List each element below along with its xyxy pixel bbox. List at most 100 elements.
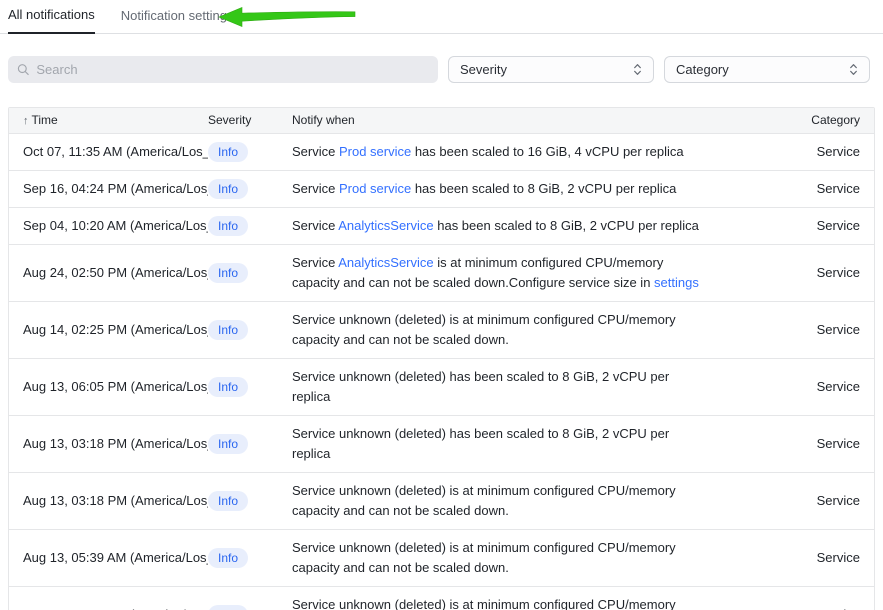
table-row: Aug 13, 05:39 AM (America/Los_…Info Servi… <box>9 529 874 586</box>
severity-badge: Info <box>208 377 248 397</box>
table-row: Oct 07, 11:35 AM (America/Los_…Info Servi… <box>9 133 874 170</box>
severity-badge: Info <box>208 179 248 199</box>
row-category: Service <box>740 170 874 207</box>
row-severity: Info <box>208 472 292 529</box>
severity-badge: Info <box>208 491 248 511</box>
row-category: Service <box>740 244 874 301</box>
category-select[interactable]: Category <box>664 56 870 83</box>
row-severity: Info <box>208 170 292 207</box>
row-time: Aug 13, 05:39 AM (America/Los_… <box>9 529 208 586</box>
row-category: Service <box>740 358 874 415</box>
table-row: Aug 14, 02:25 PM (America/Los_…Info Servi… <box>9 301 874 358</box>
notify-message: Service unknown (deleted) is at minimum … <box>292 586 740 610</box>
notifications-table: ↑Time Severity Notify when Category Oct … <box>8 107 875 610</box>
message-link[interactable]: AnalyticsService <box>338 218 433 233</box>
severity-select[interactable]: Severity <box>448 56 654 83</box>
message-text: Service unknown (deleted) is at minimum … <box>292 540 676 575</box>
column-header-time[interactable]: ↑Time <box>9 108 208 133</box>
message-text: has been scaled to 8 GiB, 2 vCPU per rep… <box>411 181 676 196</box>
green-arrow-annotation-icon <box>218 6 356 28</box>
severity-badge: Info <box>208 263 248 283</box>
table-header-row: ↑Time Severity Notify when Category <box>9 108 874 133</box>
message-text: Service unknown (deleted) is at minimum … <box>292 312 676 347</box>
row-severity: Info <box>208 358 292 415</box>
row-severity: Info <box>208 415 292 472</box>
message-text: Service <box>292 255 338 270</box>
column-header-time-label: Time <box>32 113 58 127</box>
message-text: Service <box>292 144 339 159</box>
row-severity: Info <box>208 586 292 610</box>
severity-badge: Info <box>208 548 248 568</box>
message-text: Service unknown (deleted) has been scale… <box>292 369 669 404</box>
row-category: Service <box>740 472 874 529</box>
row-time: Aug 14, 02:25 PM (America/Los_… <box>9 301 208 358</box>
notify-message: Service Prod service has been scaled to … <box>292 133 740 170</box>
row-severity: Info <box>208 133 292 170</box>
table-row: Sep 04, 10:20 AM (America/Los_…Info Servi… <box>9 207 874 244</box>
row-category: Service <box>740 586 874 610</box>
search-input[interactable] <box>36 62 429 77</box>
severity-select-label: Severity <box>460 62 507 77</box>
notify-message: Service Prod service has been scaled to … <box>292 170 740 207</box>
table-row: Sep 16, 04:24 PM (America/Los_…Info Servi… <box>9 170 874 207</box>
column-header-category: Category <box>740 108 874 133</box>
column-header-notify-when: Notify when <box>292 108 740 133</box>
notify-message: Service unknown (deleted) has been scale… <box>292 358 740 415</box>
message-link[interactable]: Prod service <box>339 181 411 196</box>
search-icon <box>17 63 29 76</box>
row-category: Service <box>740 207 874 244</box>
chevron-up-down-icon <box>631 62 644 77</box>
message-text: Service unknown (deleted) is at minimum … <box>292 483 676 518</box>
sort-ascending-icon: ↑ <box>23 115 29 127</box>
table-row: Aug 13, 05:35 AM (America/Los_…Info Servi… <box>9 586 874 610</box>
message-text: has been scaled to 8 GiB, 2 vCPU per rep… <box>434 218 699 233</box>
message-link[interactable]: AnalyticsService <box>338 255 433 270</box>
message-text: Service <box>292 181 339 196</box>
row-category: Service <box>740 529 874 586</box>
row-time: Aug 13, 03:18 PM (America/Los_… <box>9 472 208 529</box>
table-row: Aug 13, 03:18 PM (America/Los_…Info Servi… <box>9 415 874 472</box>
severity-badge: Info <box>208 320 248 340</box>
message-text: has been scaled to 16 GiB, 4 vCPU per re… <box>411 144 683 159</box>
row-time: Aug 13, 06:05 PM (America/Los_… <box>9 358 208 415</box>
row-category: Service <box>740 415 874 472</box>
row-time: Sep 04, 10:20 AM (America/Los_… <box>9 207 208 244</box>
notify-message: Service AnalyticsService is at minimum c… <box>292 244 740 301</box>
severity-badge: Info <box>208 434 248 454</box>
row-time: Sep 16, 04:24 PM (America/Los_… <box>9 170 208 207</box>
row-time: Oct 07, 11:35 AM (America/Los_… <box>9 133 208 170</box>
message-text: Service unknown (deleted) has been scale… <box>292 426 669 461</box>
severity-badge: Info <box>208 605 248 610</box>
row-category: Service <box>740 133 874 170</box>
row-time: Aug 24, 02:50 PM (America/Los_… <box>9 244 208 301</box>
tab-notification-settings[interactable]: Notification settings <box>121 0 234 33</box>
notify-message: Service unknown (deleted) is at minimum … <box>292 529 740 586</box>
severity-badge: Info <box>208 216 248 236</box>
tabs-bar: All notifications Notification settings <box>0 0 883 34</box>
row-severity: Info <box>208 301 292 358</box>
message-text: Service <box>292 218 338 233</box>
row-severity: Info <box>208 244 292 301</box>
table-body: Oct 07, 11:35 AM (America/Los_…InfoServi… <box>9 133 874 610</box>
category-select-label: Category <box>676 62 729 77</box>
row-severity: Info <box>208 207 292 244</box>
table-row: Aug 13, 03:18 PM (America/Los_…Info Servi… <box>9 472 874 529</box>
row-category: Service <box>740 301 874 358</box>
search-box[interactable] <box>8 56 438 83</box>
message-link[interactable]: settings <box>654 275 699 290</box>
notify-message: Service unknown (deleted) has been scale… <box>292 415 740 472</box>
tab-all-notifications[interactable]: All notifications <box>8 0 95 34</box>
filter-bar: Severity Category <box>8 56 875 83</box>
severity-badge: Info <box>208 142 248 162</box>
table-row: Aug 24, 02:50 PM (America/Los_…Info Servi… <box>9 244 874 301</box>
notify-message: Service unknown (deleted) is at minimum … <box>292 472 740 529</box>
row-severity: Info <box>208 529 292 586</box>
message-link[interactable]: Prod service <box>339 144 411 159</box>
chevron-up-down-icon <box>847 62 860 77</box>
notify-message: Service unknown (deleted) is at minimum … <box>292 301 740 358</box>
table-row: Aug 13, 06:05 PM (America/Los_…Info Servi… <box>9 358 874 415</box>
column-header-severity: Severity <box>208 108 292 133</box>
message-text: Service unknown (deleted) is at minimum … <box>292 597 676 610</box>
row-time: Aug 13, 03:18 PM (America/Los_… <box>9 415 208 472</box>
row-time: Aug 13, 05:35 AM (America/Los_… <box>9 586 208 610</box>
